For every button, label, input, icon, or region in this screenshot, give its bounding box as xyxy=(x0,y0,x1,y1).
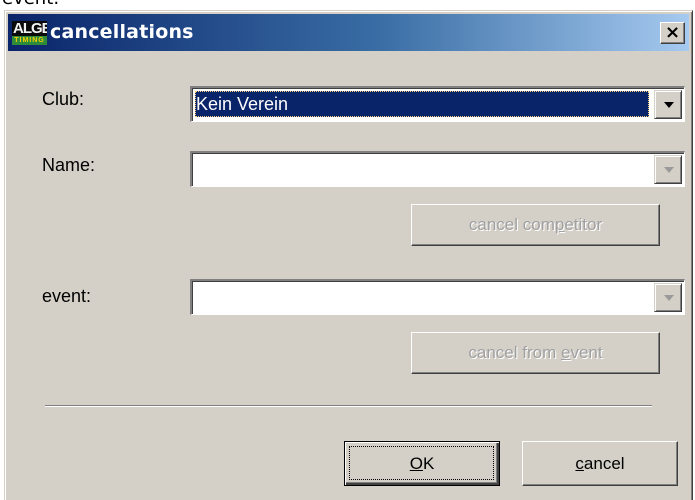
title-bar[interactable]: ALGE TIMING cancellations × xyxy=(8,14,689,51)
close-icon: × xyxy=(664,22,681,43)
focus-rectangle xyxy=(349,446,494,480)
cancellations-dialog: ALGE TIMING cancellations × Club: Kein V… xyxy=(4,10,693,500)
name-dropdown-button[interactable] xyxy=(654,155,682,184)
window-title: cancellations xyxy=(50,21,194,43)
club-dropdown-button[interactable] xyxy=(654,90,682,119)
event-value xyxy=(195,284,649,310)
name-label: Name: xyxy=(42,155,96,175)
club-selected-value: Kein Verein xyxy=(195,91,649,117)
separator xyxy=(45,405,652,407)
event-label: event: xyxy=(42,286,92,306)
cancel-competitor-button[interactable]: cancel competitor xyxy=(411,204,660,246)
alge-timing-logo-icon: ALGE TIMING xyxy=(12,21,47,45)
club-combobox[interactable]: Kein Verein xyxy=(190,86,685,122)
cancel-button[interactable]: cancel xyxy=(522,441,678,486)
ok-button[interactable]: OK xyxy=(344,441,500,486)
close-button[interactable]: × xyxy=(660,22,685,44)
club-label: Club: xyxy=(42,89,85,109)
background-window-text: event: xyxy=(2,0,59,9)
name-value xyxy=(195,156,649,182)
chevron-down-icon xyxy=(664,295,674,301)
name-combobox[interactable] xyxy=(190,151,685,187)
cancel-from-event-button[interactable]: cancel from event xyxy=(411,332,660,374)
chevron-down-icon xyxy=(664,102,674,108)
chevron-down-icon xyxy=(664,167,674,173)
event-combobox[interactable] xyxy=(190,279,685,315)
event-dropdown-button[interactable] xyxy=(654,283,682,312)
